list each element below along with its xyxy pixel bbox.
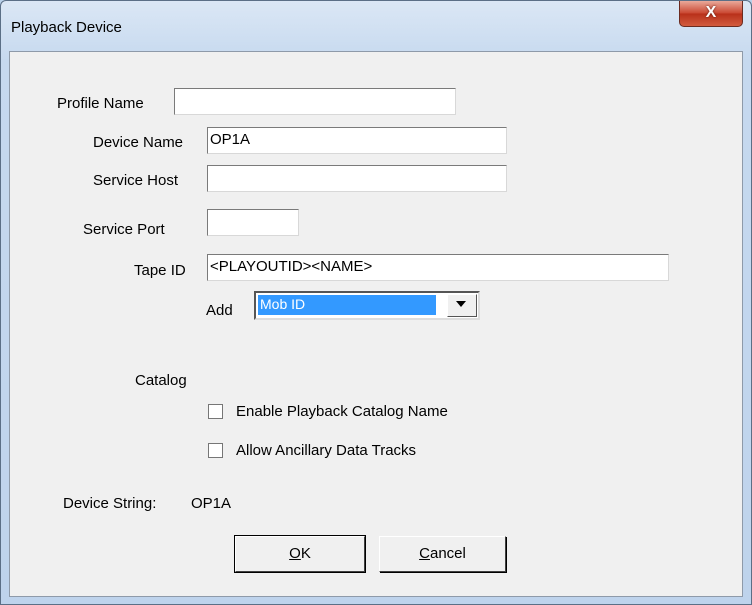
- enable-playback-catalog-name-label[interactable]: Enable Playback Catalog Name: [236, 403, 448, 420]
- device-name-label: Device Name: [93, 134, 184, 151]
- enable-playback-catalog-name-checkbox[interactable]: [208, 404, 223, 419]
- service-port-label: Service Port: [83, 221, 165, 238]
- device-string-value: OP1A: [191, 495, 232, 512]
- service-port-field[interactable]: [207, 209, 299, 236]
- tape-id-field[interactable]: <PLAYOUTID><NAME>: [207, 254, 669, 281]
- allow-ancillary-data-tracks-checkbox[interactable]: [208, 443, 223, 458]
- dialog-client-area: Profile Name Device Name OP1A Service Ho…: [9, 51, 743, 597]
- catalog-heading: Catalog: [135, 372, 187, 389]
- window-title: Playback Device: [11, 19, 122, 36]
- add-dropdown[interactable]: Mob ID: [254, 291, 480, 320]
- device-string-label: Device String:: [63, 495, 157, 512]
- add-dropdown-button[interactable]: [447, 294, 477, 317]
- cancel-accel: C: [419, 545, 430, 562]
- service-host-field[interactable]: [207, 165, 507, 192]
- dialog-window: Playback Device X Profile Name Device Na…: [0, 0, 752, 605]
- cancel-rest: ancel: [429, 545, 466, 562]
- close-icon: X: [705, 4, 717, 21]
- add-dropdown-selected: Mob ID: [257, 294, 437, 316]
- tape-id-label: Tape ID: [134, 262, 186, 279]
- service-host-label: Service Host: [93, 172, 179, 189]
- profile-name-field[interactable]: [174, 88, 456, 115]
- ok-button[interactable]: OK: [234, 535, 366, 573]
- close-button[interactable]: X: [679, 1, 743, 27]
- ok-rest: K: [300, 545, 311, 562]
- ok-accel: O: [289, 545, 301, 562]
- cancel-button[interactable]: Cancel: [379, 536, 506, 572]
- device-name-field[interactable]: OP1A: [207, 127, 507, 154]
- chevron-down-icon: [456, 301, 466, 307]
- profile-name-label: Profile Name: [57, 95, 144, 112]
- add-label: Add: [206, 302, 233, 319]
- allow-ancillary-data-tracks-label[interactable]: Allow Ancillary Data Tracks: [236, 442, 416, 459]
